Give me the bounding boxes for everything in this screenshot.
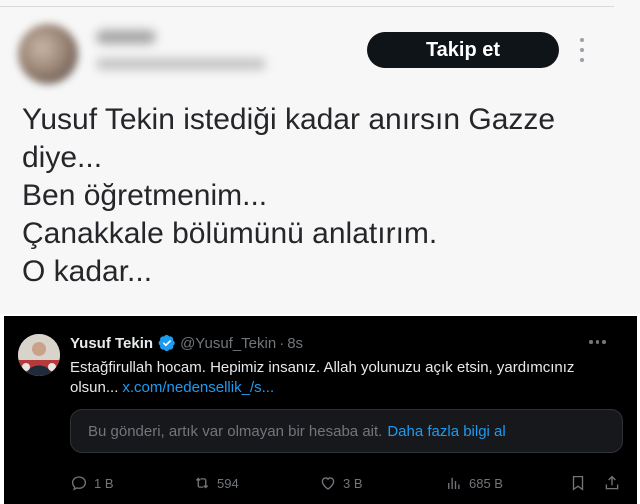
repost-count: 594: [217, 475, 239, 491]
reply-tweet: Yusuf Tekin @Yusuf_Tekin · 8s Estağfirul…: [4, 316, 637, 504]
views-button[interactable]: 685 B: [445, 474, 503, 492]
bookmark-button[interactable]: [569, 474, 587, 492]
tweet-text-line: Çanakkale bölümünü anlatırım.: [22, 217, 438, 250]
blurred-handle: [96, 58, 266, 70]
author-name[interactable]: Yusuf Tekin: [70, 335, 153, 352]
reply-text-tail: olsun...: [70, 379, 119, 396]
share-icon: [605, 475, 619, 490]
reply-text: Estağfirullah hocam. Hepimiz insanız. Al…: [70, 358, 630, 398]
blurred-avatar: [18, 24, 78, 84]
more-vertical-icon[interactable]: [578, 38, 586, 62]
reply-icon: [71, 476, 87, 491]
follow-button[interactable]: Takip et: [367, 32, 559, 68]
reply-text-line2: olsun... x.com/nedensellik_/s...: [70, 378, 630, 398]
header-separator: ·: [279, 334, 285, 352]
author-handle[interactable]: @Yusuf_Tekin: [180, 335, 276, 352]
bookmark-icon: [572, 475, 584, 491]
action-bar: 1 B 594 3 B 685 B: [4, 474, 637, 494]
reply-text-line: Estağfirullah hocam. Hepimiz insanız. Al…: [70, 359, 575, 376]
share-button[interactable]: [603, 474, 621, 492]
quoted-tweet-screenshot: Takip et Yusuf Tekin istediği kadar anır…: [0, 0, 640, 314]
reply-count: 1 B: [94, 475, 114, 491]
views-count: 685 B: [469, 475, 503, 491]
avatar[interactable]: [18, 334, 60, 376]
tweet-text-line: diye...: [22, 141, 103, 174]
tweet-time[interactable]: 8s: [287, 335, 303, 352]
repost-button[interactable]: 594: [193, 474, 239, 492]
blurred-username: [96, 30, 156, 44]
views-icon: [448, 477, 460, 489]
tweet-text-line: Ben öğretmenim...: [22, 179, 268, 212]
like-count: 3 B: [343, 475, 363, 491]
tweet-text: Yusuf Tekin istediği kadar anırsın Gazze…: [22, 101, 622, 291]
like-button[interactable]: 3 B: [319, 474, 363, 492]
tweet-link[interactable]: x.com/nedensellik_/s...: [122, 379, 274, 396]
tweet-text-line: Yusuf Tekin istediği kadar anırsın Gazze: [22, 103, 556, 136]
repost-icon: [195, 477, 209, 489]
more-horizontal-icon[interactable]: [589, 340, 606, 344]
reply-button[interactable]: 1 B: [70, 474, 114, 492]
like-icon: [321, 477, 335, 490]
notice-text: Bu gönderi, artık var olmayan bir hesaba…: [88, 422, 383, 440]
deleted-account-notice: Bu gönderi, artık var olmayan bir hesaba…: [70, 409, 623, 453]
verified-badge-icon: [158, 334, 176, 352]
learn-more-link[interactable]: Daha fazla bilgi al: [387, 423, 505, 440]
tweet-header: Yusuf Tekin @Yusuf_Tekin · 8s: [70, 334, 303, 352]
tweet-text-line: O kadar...: [22, 255, 153, 288]
top-divider: [0, 6, 614, 7]
